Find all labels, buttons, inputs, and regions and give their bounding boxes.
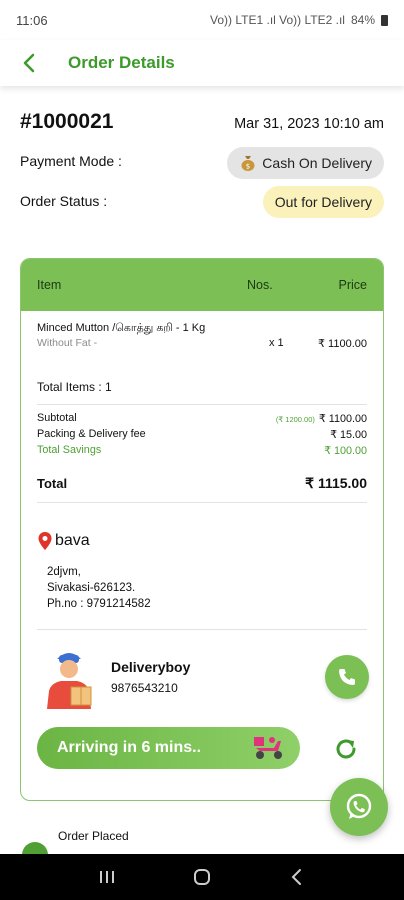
total-items: Total Items : 1 <box>37 380 112 394</box>
payment-mode-value: Cash On Delivery <box>262 155 372 171</box>
scooter-icon <box>254 737 282 759</box>
item-name: Minced Mutton /கொத்து கறி - 1 Kg <box>37 322 206 334</box>
savings-value: ₹ 100.00 <box>324 445 367 457</box>
app-bar: Order Details <box>0 40 404 86</box>
delivery-boy-phone: 9876543210 <box>111 681 178 695</box>
battery-icon <box>381 14 388 26</box>
whatsapp-button[interactable] <box>330 778 388 836</box>
refresh-button[interactable] <box>331 734 361 764</box>
total-items-value: 1 <box>105 380 112 394</box>
page-title: Order Details <box>68 53 175 72</box>
column-header-price: Price <box>338 278 367 292</box>
home-icon <box>193 869 210 885</box>
order-status-badge: Out for Delivery <box>262 186 384 218</box>
address-line-2: Sivakasi-626123. <box>47 582 136 594</box>
column-header-nos: Nos. <box>247 278 273 292</box>
battery-percent: 84% <box>350 13 375 27</box>
order-header: #1000021 Mar 31, 2023 10:10 am <box>20 110 384 134</box>
back-button[interactable] <box>6 40 52 86</box>
table-row: Minced Mutton /கொத்து கறி - 1 Kg Without… <box>37 321 367 350</box>
delivery-fee-value: ₹ 15.00 <box>330 429 367 441</box>
refresh-icon <box>336 739 356 759</box>
location-pin-icon <box>38 532 52 550</box>
table-header: Item Nos. Price <box>21 259 383 311</box>
savings-label: Total Savings <box>37 444 102 456</box>
payment-mode-label: Payment Mode : <box>20 153 122 169</box>
back-nav-button[interactable] <box>277 857 317 897</box>
status-bar: 11:06 Vo)) LTE1 .ıl Vo)) LTE2 .ıl 84% <box>0 0 404 40</box>
phone-icon <box>339 669 355 685</box>
divider <box>37 502 367 503</box>
back-nav-icon <box>291 869 301 885</box>
system-nav-bar <box>0 854 404 900</box>
subtotal-original-price: (₹ 1200.00) <box>275 415 315 424</box>
arrival-eta-bar: Arriving in 6 mins.. <box>37 727 300 769</box>
address-name: bava <box>37 531 90 551</box>
item-price: ₹ 1100.00 <box>317 338 367 350</box>
subtotal-row: Subtotal (₹ 1200.00) ₹ 1100.00 <box>37 412 367 425</box>
money-bag-icon: $ <box>241 156 255 171</box>
svg-text:$: $ <box>246 163 250 171</box>
grand-total-label: Total <box>37 476 68 491</box>
address-name-text: bava <box>55 532 90 549</box>
status-icons: Vo)) LTE1 .ıl Vo)) LTE2 .ıl 84% <box>210 13 388 27</box>
delivery-fee-label: Packing & Delivery fee <box>37 428 146 440</box>
grand-total-row: Total ₹ 1115.00 <box>37 475 367 492</box>
item-quantity: x 1 <box>269 337 284 349</box>
address-phone: Ph.no : 9791214582 <box>47 598 151 610</box>
savings-row: Total Savings ₹ 100.00 <box>37 444 367 457</box>
delivery-fee-row: Packing & Delivery fee ₹ 15.00 <box>37 428 367 441</box>
delivery-boy-avatar-icon <box>47 653 92 709</box>
address-details: 2djvm, Sivakasi-626123. Ph.no : 97912145… <box>47 564 151 612</box>
order-status-label: Order Status : <box>20 193 108 209</box>
payment-mode-badge: $ Cash On Delivery <box>227 147 384 179</box>
call-button[interactable] <box>325 655 369 699</box>
order-id: #1000021 <box>20 110 114 133</box>
recent-apps-button[interactable] <box>87 857 127 897</box>
arrival-eta-text: Arriving in 6 mins.. <box>57 739 202 756</box>
signal-text: Vo)) LTE1 .ıl Vo)) LTE2 .ıl <box>210 13 345 27</box>
divider <box>37 629 367 630</box>
address-line-1: 2djvm, <box>47 566 81 578</box>
divider <box>37 404 367 405</box>
total-items-label: Total Items : <box>37 380 102 394</box>
column-header-item: Item <box>37 278 62 292</box>
tracking-step-label: Order Placed <box>58 829 129 843</box>
order-date: Mar 31, 2023 10:10 am <box>234 116 384 132</box>
recent-apps-icon <box>100 871 115 883</box>
subtotal-value: ₹ 1100.00 <box>318 413 367 425</box>
status-time: 11:06 <box>16 12 48 28</box>
grand-total-value: ₹ 1115.00 <box>305 475 367 491</box>
order-card: Item Nos. Price Minced Mutton /கொத்து கற… <box>20 258 384 801</box>
chevron-left-icon <box>23 53 35 73</box>
subtotal-label: Subtotal <box>37 412 77 424</box>
whatsapp-icon <box>346 793 372 819</box>
home-button[interactable] <box>182 857 222 897</box>
order-status-value: Out for Delivery <box>274 194 372 210</box>
delivery-boy-name: Deliveryboy <box>111 659 191 675</box>
